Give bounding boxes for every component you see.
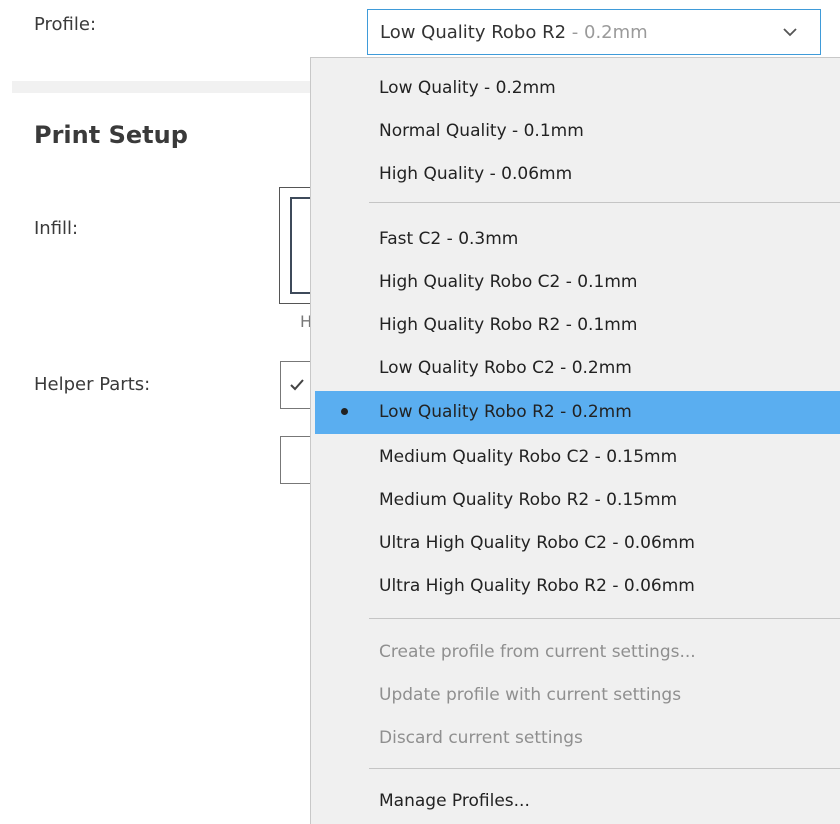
menu-item-profile[interactable]: High Quality Robo R2 - 0.1mm (311, 305, 840, 345)
menu-item-create-profile[interactable]: Create profile from current settings... (311, 632, 840, 672)
menu-item-manage-profiles[interactable]: Manage Profiles... (311, 781, 840, 821)
chevron-down-icon (783, 28, 797, 37)
checkmark-icon (290, 379, 304, 391)
menu-item-update-profile[interactable]: Update profile with current settings (311, 675, 840, 715)
profile-select[interactable]: Low Quality Robo R2 - 0.2mm (367, 9, 821, 55)
menu-item-profile[interactable]: Ultra High Quality Robo R2 - 0.06mm (311, 566, 840, 606)
menu-item-profile[interactable]: Medium Quality Robo R2 - 0.15mm (311, 480, 840, 520)
helper-parts-label: Helper Parts: (34, 374, 151, 395)
menu-item-profile[interactable]: High Quality - 0.06mm (311, 154, 840, 194)
section-divider (12, 81, 312, 93)
menu-item-profile[interactable]: Ultra High Quality Robo C2 - 0.06mm (311, 523, 840, 563)
profile-select-value: Low Quality Robo R2 - 0.2mm (380, 22, 648, 43)
menu-item-discard-settings[interactable]: Discard current settings (311, 718, 840, 758)
menu-separator (369, 618, 840, 619)
menu-item-profile[interactable]: Normal Quality - 0.1mm (311, 111, 840, 151)
menu-item-profile[interactable]: High Quality Robo C2 - 0.1mm (311, 262, 840, 302)
menu-separator (369, 768, 840, 769)
menu-item-profile[interactable]: Low Quality - 0.2mm (311, 68, 840, 108)
menu-item-profile[interactable]: Low Quality Robo C2 - 0.2mm (311, 348, 840, 388)
menu-item-profile-selected[interactable]: Low Quality Robo R2 - 0.2mm (315, 391, 840, 434)
infill-label: Infill: (34, 218, 79, 239)
menu-item-profile[interactable]: Fast C2 - 0.3mm (311, 219, 840, 259)
profile-dropdown-menu: Low Quality - 0.2mm Normal Quality - 0.1… (310, 57, 840, 824)
profile-label: Profile: (34, 14, 97, 35)
menu-item-profile[interactable]: Medium Quality Robo C2 - 0.15mm (311, 437, 840, 477)
section-title: Print Setup (34, 121, 188, 149)
selected-bullet-icon (341, 408, 348, 415)
menu-separator (369, 202, 840, 203)
